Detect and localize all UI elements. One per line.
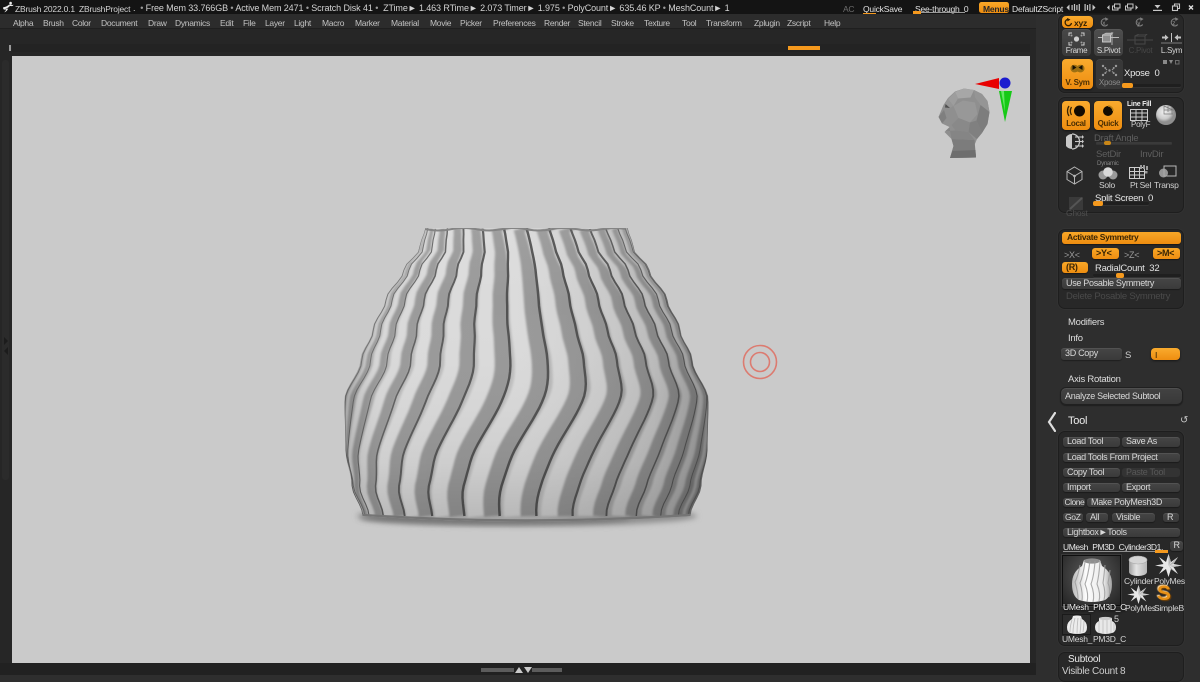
svg-text:z: z — [1172, 20, 1175, 27]
